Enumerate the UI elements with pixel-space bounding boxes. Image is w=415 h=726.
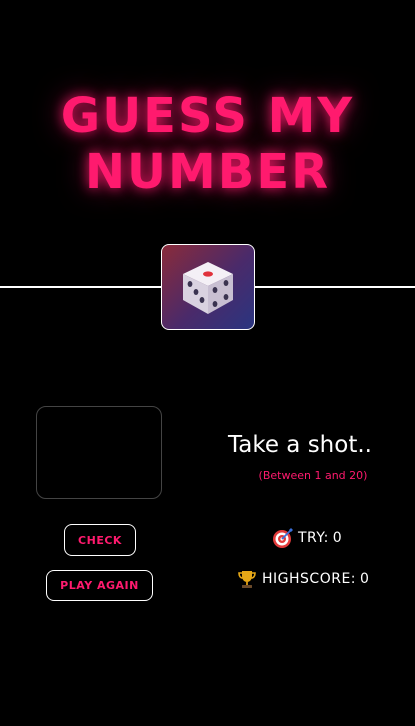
try-label: TRY: (298, 530, 329, 546)
page-title: GUESS MY NUMBER (0, 88, 415, 200)
play-again-button[interactable]: PLAY AGAIN (46, 570, 153, 601)
range-hint: (Between 1 and 20) (258, 469, 368, 482)
check-button[interactable]: CHECK (64, 524, 136, 556)
highscore-counter: HIGHSCORE: 0 (236, 568, 369, 590)
title-line-2: NUMBER (84, 144, 331, 200)
page: GUESS MY NUMBER CHECK PLAY AGAIN Take a (0, 0, 415, 726)
trophy-icon (238, 571, 256, 588)
guess-input[interactable] (36, 406, 162, 499)
try-counter: TRY: 0 (272, 527, 342, 549)
dice-icon (183, 262, 233, 314)
highscore-value: 0 (360, 571, 370, 587)
highscore-label: HIGHSCORE: (262, 571, 357, 587)
target-icon (273, 528, 293, 548)
title-line-1: GUESS MY (60, 88, 355, 144)
dice-box (161, 244, 255, 330)
message-text: Take a shot.. (228, 432, 372, 458)
try-value: 0 (332, 530, 343, 546)
